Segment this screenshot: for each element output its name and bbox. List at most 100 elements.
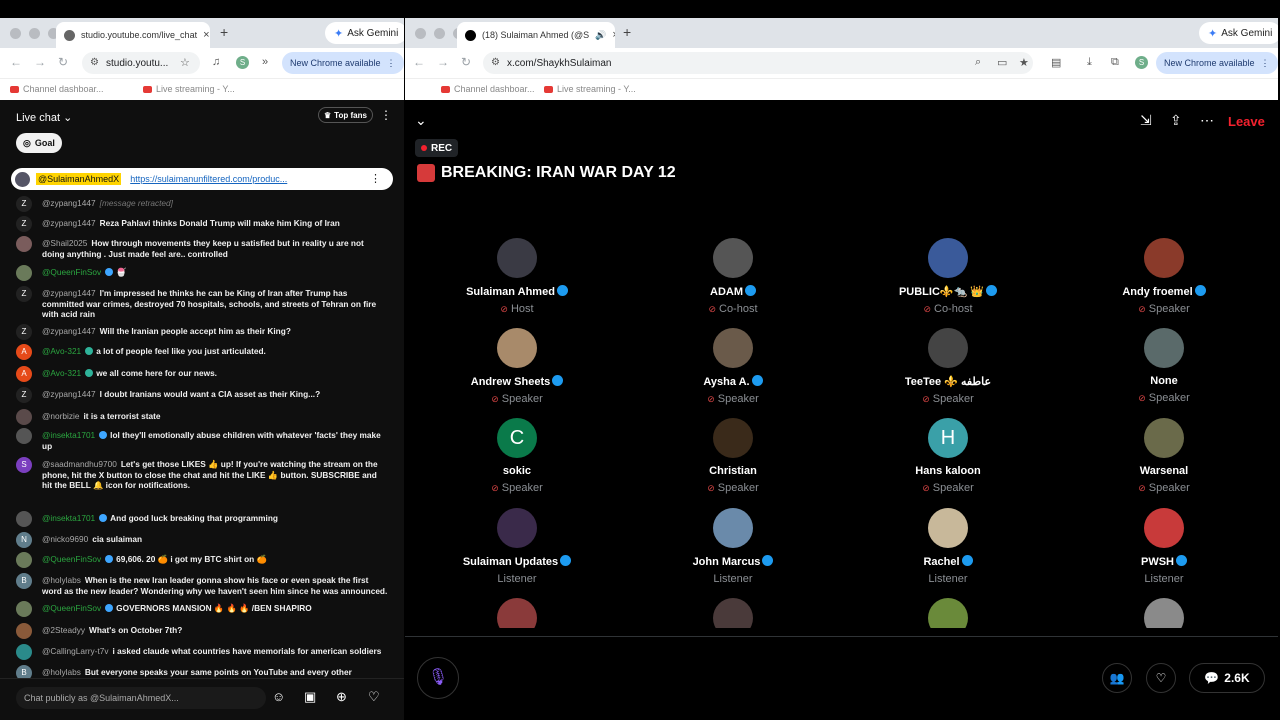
bookmark-live-streaming[interactable]: Live streaming - Y... <box>544 84 636 94</box>
new-tab-button[interactable]: + <box>623 24 631 40</box>
chat-message[interactable]: B @holylabs When is the new Iran leader go… <box>16 573 388 596</box>
chat-message[interactable]: Z @zypang1447 Will the Iranian people acce… <box>16 324 388 340</box>
chat-message[interactable]: @insekta1701 lol they'll emotionally abus… <box>16 428 388 451</box>
chat-username[interactable]: @CallingLarry-t7v <box>42 646 109 656</box>
avatar[interactable]: Z <box>16 286 32 302</box>
avatar[interactable] <box>713 328 753 368</box>
share-icon[interactable]: ⇪ <box>1170 112 1182 129</box>
chat-message[interactable]: A @Avo-321 a lot of people feel like you j… <box>16 344 388 360</box>
chat-message[interactable]: N @nicko9690 cia sulaiman <box>16 532 388 548</box>
pinned-menu-icon[interactable]: ⋮ <box>370 172 381 185</box>
chat-username[interactable]: @QueenFinSov <box>42 554 101 564</box>
profile-avatar[interactable]: S <box>1135 56 1148 69</box>
tab-x-space[interactable]: (18) Sulaiman Ahmed (@S 🔊 × <box>457 22 615 48</box>
chat-username[interactable]: @Shail2025 <box>42 238 87 248</box>
reload-icon[interactable]: ↻ <box>58 55 68 69</box>
avatar[interactable] <box>928 328 968 368</box>
top-fans-button[interactable]: ♛ Top fans <box>318 107 373 123</box>
avatar[interactable] <box>497 598 537 628</box>
bookmark-star-icon[interactable]: ☆ <box>180 56 190 69</box>
avatar[interactable] <box>1144 508 1184 548</box>
avatar[interactable] <box>713 598 753 628</box>
chat-username[interactable]: @nicko9690 <box>42 534 88 544</box>
avatar[interactable] <box>16 601 32 617</box>
avatar[interactable] <box>16 644 32 660</box>
participant[interactable] <box>848 598 1048 628</box>
zoom-icon[interactable]: ⌕ <box>975 56 981 69</box>
participant[interactable]: Christian ⊘ Speaker <box>633 418 833 494</box>
bookmark-star-icon[interactable]: ★ <box>1019 56 1029 69</box>
chat-message[interactable]: @2Steadyy What's on October 7th? <box>16 623 388 639</box>
ask-gemini-button[interactable]: ✦ Ask Gemini <box>325 22 404 44</box>
leave-button[interactable]: Leave <box>1228 114 1265 129</box>
participant[interactable]: Andrew Sheets ⊘ Speaker <box>417 328 617 405</box>
avatar[interactable] <box>16 623 32 639</box>
avatar[interactable] <box>1144 328 1184 368</box>
more-options-icon[interactable]: ⋯ <box>1200 112 1214 129</box>
chat-message[interactable]: Z @zypang1447 [message retracted] <box>16 196 388 212</box>
chat-username[interactable]: @zypang1447 <box>42 389 96 399</box>
extensions-icon[interactable]: ⧉ <box>1111 56 1119 69</box>
participant[interactable]: Andy froemel ⊘ Speaker <box>1064 238 1264 315</box>
chat-message[interactable]: @QueenFinSov 🍧 <box>16 265 388 281</box>
browser-menu-icon[interactable]: ⋮ <box>1261 58 1270 69</box>
back-icon[interactable]: ← <box>10 55 22 69</box>
chat-username[interactable]: @Avo-321 <box>42 368 81 378</box>
media-icon[interactable]: ♫ <box>212 56 220 68</box>
chat-message[interactable]: A @Avo-321 we all come here for our news. <box>16 366 388 382</box>
site-settings-icon[interactable]: ⚙ <box>90 57 99 68</box>
participant[interactable]: PWSH Listener <box>1064 508 1264 585</box>
download-icon[interactable]: ⤓ <box>1087 56 1092 69</box>
avatar[interactable] <box>928 508 968 548</box>
avatar[interactable] <box>713 418 753 458</box>
avatar[interactable]: B <box>16 573 32 589</box>
reaction-heart-icon[interactable]: ♡ <box>1146 663 1176 693</box>
chat-username[interactable]: @zypang1447 <box>42 198 96 208</box>
chat-username[interactable]: @QueenFinSov <box>42 267 101 277</box>
close-tab-icon[interactable]: × <box>612 29 615 41</box>
avatar[interactable]: A <box>16 344 32 360</box>
heart-icon[interactable]: ♡ <box>368 689 380 705</box>
forward-icon[interactable]: → <box>437 55 449 69</box>
chat-message[interactable]: @insekta1701 And good luck breaking that … <box>16 511 388 527</box>
avatar[interactable] <box>16 265 32 281</box>
chat-username[interactable]: @Avo-321 <box>42 346 81 356</box>
participant[interactable]: TeeTee ⚜️ عاطفه ⊘ Speaker <box>848 328 1048 405</box>
microphone-icon[interactable]: 🎙 <box>417 657 459 699</box>
pinned-username[interactable]: @SulaimanAhmedX <box>36 173 122 185</box>
avatar[interactable]: Z <box>16 387 32 403</box>
replies-button[interactable]: 💬 2.6K <box>1189 663 1265 693</box>
avatar[interactable]: N <box>16 532 32 548</box>
avatar[interactable] <box>16 511 32 527</box>
cast-icon[interactable]: ▭ <box>997 56 1007 69</box>
participant[interactable]: Rachel Listener <box>848 508 1048 585</box>
chat-message[interactable]: @QueenFinSov GOVERNORS MANSION 🔥 🔥 🔥 /BEN… <box>16 601 388 617</box>
super-chat-icon[interactable]: ▣ <box>304 689 316 705</box>
chat-message[interactable]: @QueenFinSov 69,606. 20 🍊 i got my BTC sh… <box>16 552 388 568</box>
avatar[interactable] <box>713 508 753 548</box>
chat-username[interactable]: @zypang1447 <box>42 218 96 228</box>
chat-message[interactable]: @norbizie it is a terrorist state <box>16 409 388 425</box>
chat-message[interactable]: @Shail2025 How through movements they kee… <box>16 236 388 259</box>
profile-avatar[interactable]: S <box>236 56 249 69</box>
avatar[interactable]: S <box>16 457 32 473</box>
bookmark-channel-dashboard[interactable]: Channel dashboar... <box>10 84 104 94</box>
avatar[interactable] <box>497 238 537 278</box>
participant[interactable]: Aysha A. ⊘ Speaker <box>633 328 833 405</box>
participants-grid[interactable]: Sulaiman Ahmed ⊘ Host ADAM ⊘ Co-host PUBLIC⚜️🐀… <box>405 218 1278 628</box>
participant[interactable] <box>633 598 833 628</box>
chat-username[interactable]: @insekta1701 <box>42 513 95 523</box>
chat-message[interactable]: Z @zypang1447 I'm impressed he thinks he c… <box>16 286 388 320</box>
avatar[interactable]: Z <box>16 196 32 212</box>
participant[interactable] <box>1064 598 1264 628</box>
dock-icon[interactable]: ⇲ <box>1140 112 1152 129</box>
pinned-message[interactable]: @SulaimanAhmedX https://sulaimanunfilter… <box>11 168 393 190</box>
reload-icon[interactable]: ↻ <box>461 55 471 69</box>
participant[interactable]: Csokic ⊘ Speaker <box>417 418 617 494</box>
avatar[interactable] <box>1144 598 1184 628</box>
participant[interactable]: H Hans kaloon ⊘ Speaker <box>848 418 1048 494</box>
participant[interactable]: Warsenal ⊘ Speaker <box>1064 418 1264 494</box>
participant[interactable]: ADAM ⊘ Co-host <box>633 238 833 315</box>
new-tab-button[interactable]: + <box>220 24 228 40</box>
chat-input[interactable]: Chat publicly as @SulaimanAhmedX... <box>16 687 266 709</box>
